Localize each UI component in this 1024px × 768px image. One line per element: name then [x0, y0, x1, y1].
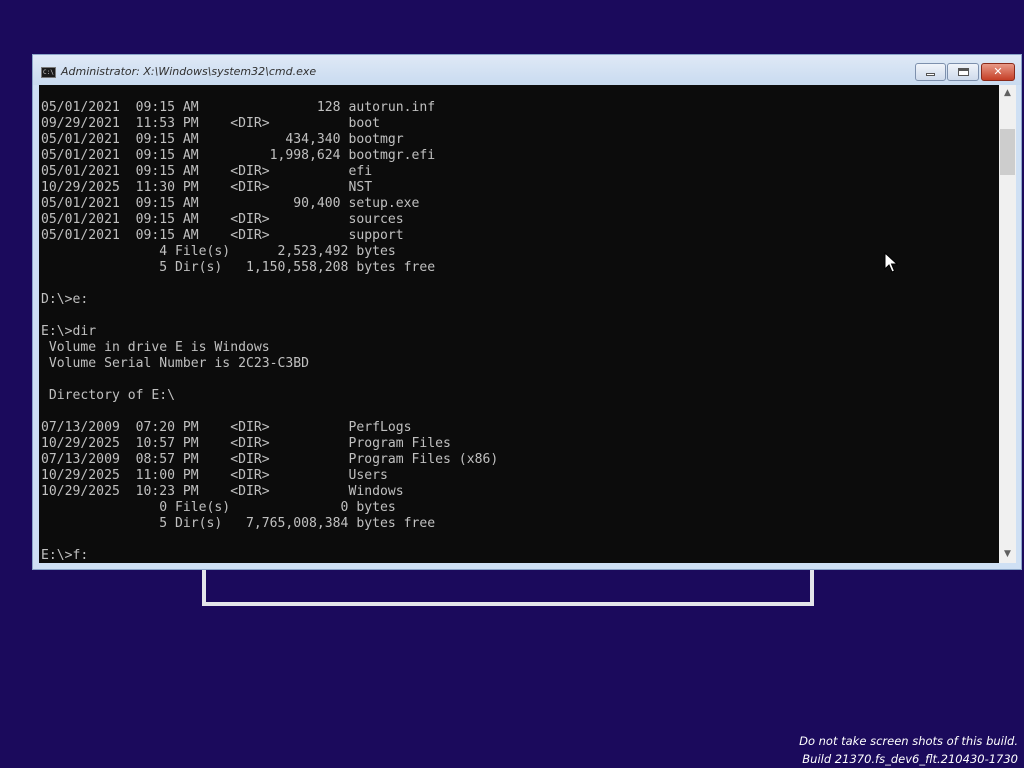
console-line: 05/01/2021 09:15 AM 128 autorun.inf — [41, 100, 436, 115]
console-line: 09/29/2021 11:53 PM <DIR> boot — [41, 116, 380, 131]
console-line: 05/01/2021 09:15 AM 90,400 setup.exe — [41, 196, 420, 211]
console-line: 05/01/2021 09:15 AM <DIR> efi — [41, 164, 373, 179]
watermark-line-1: Do not take screen shots of this build. — [799, 734, 1018, 748]
close-icon: ✕ — [993, 65, 1003, 78]
console-line: 10/29/2025 11:30 PM <DIR> NST — [41, 180, 373, 195]
minimize-button[interactable] — [915, 63, 946, 81]
console-line: 07/13/2009 08:57 PM <DIR> Program Files … — [41, 452, 499, 467]
console-line: 5 Dir(s) 1,150,558,208 bytes free — [41, 260, 436, 275]
console-line: 05/01/2021 09:15 AM 434,340 bootmgr — [41, 132, 404, 147]
console-line: 0 File(s) 0 bytes — [41, 500, 396, 515]
console-line: D:\>e: — [41, 292, 89, 307]
maximize-icon — [958, 68, 969, 76]
console-line: E:\>f: — [41, 548, 89, 563]
console-line: E:\>dir — [41, 324, 97, 339]
console-line: 10/29/2025 10:57 PM <DIR> Program Files — [41, 436, 451, 451]
minimize-icon — [926, 73, 935, 76]
console-line: 05/01/2021 09:15 AM <DIR> support — [41, 228, 404, 243]
desktop-background: C:\ Administrator: X:\Windows\system32\c… — [0, 0, 1024, 768]
console-output[interactable]: 05/01/2021 09:15 AM 128 autorun.inf 09/29… — [39, 85, 999, 563]
scroll-thumb[interactable] — [1000, 129, 1015, 175]
console-line: 10/29/2025 11:00 PM <DIR> Users — [41, 468, 388, 483]
console-line: Directory of E:\ — [41, 388, 176, 403]
console-line: 05/01/2021 09:15 AM <DIR> sources — [41, 212, 404, 227]
vertical-scrollbar[interactable]: ▲ ▼ — [999, 85, 1016, 563]
watermark-line-2: Build 21370.fs_dev6_flt.210430-1730 — [802, 752, 1018, 766]
scroll-down-arrow-icon[interactable]: ▼ — [999, 546, 1016, 563]
console-line: 07/13/2009 07:20 PM <DIR> PerfLogs — [41, 420, 412, 435]
console-line: 4 File(s) 2,523,492 bytes — [41, 244, 396, 259]
mouse-pointer-icon — [884, 252, 898, 273]
console-line: 10/29/2025 10:23 PM <DIR> Windows — [41, 484, 404, 499]
console-line: 05/01/2021 09:15 AM 1,998,624 bootmgr.ef… — [41, 148, 436, 163]
console-line: Volume Serial Number is 2C23-C3BD — [41, 356, 310, 371]
scroll-up-arrow-icon[interactable]: ▲ — [999, 85, 1016, 102]
console-lines: 05/01/2021 09:15 AM 128 autorun.inf 09/29… — [41, 100, 498, 563]
window-title: Administrator: X:\Windows\system32\cmd.e… — [61, 65, 317, 78]
console-line: Volume in drive E is Windows — [41, 340, 270, 355]
title-bar[interactable]: C:\ Administrator: X:\Windows\system32\c… — [33, 55, 1021, 85]
maximize-button[interactable] — [947, 63, 979, 81]
cmd-window[interactable]: C:\ Administrator: X:\Windows\system32\c… — [32, 54, 1022, 570]
console-app-icon: C:\ — [41, 67, 56, 78]
close-button[interactable]: ✕ — [981, 63, 1015, 81]
build-watermark: Do not take screen shots of this build. … — [799, 732, 1018, 768]
console-line: 5 Dir(s) 7,765,008,384 bytes free — [41, 516, 436, 531]
